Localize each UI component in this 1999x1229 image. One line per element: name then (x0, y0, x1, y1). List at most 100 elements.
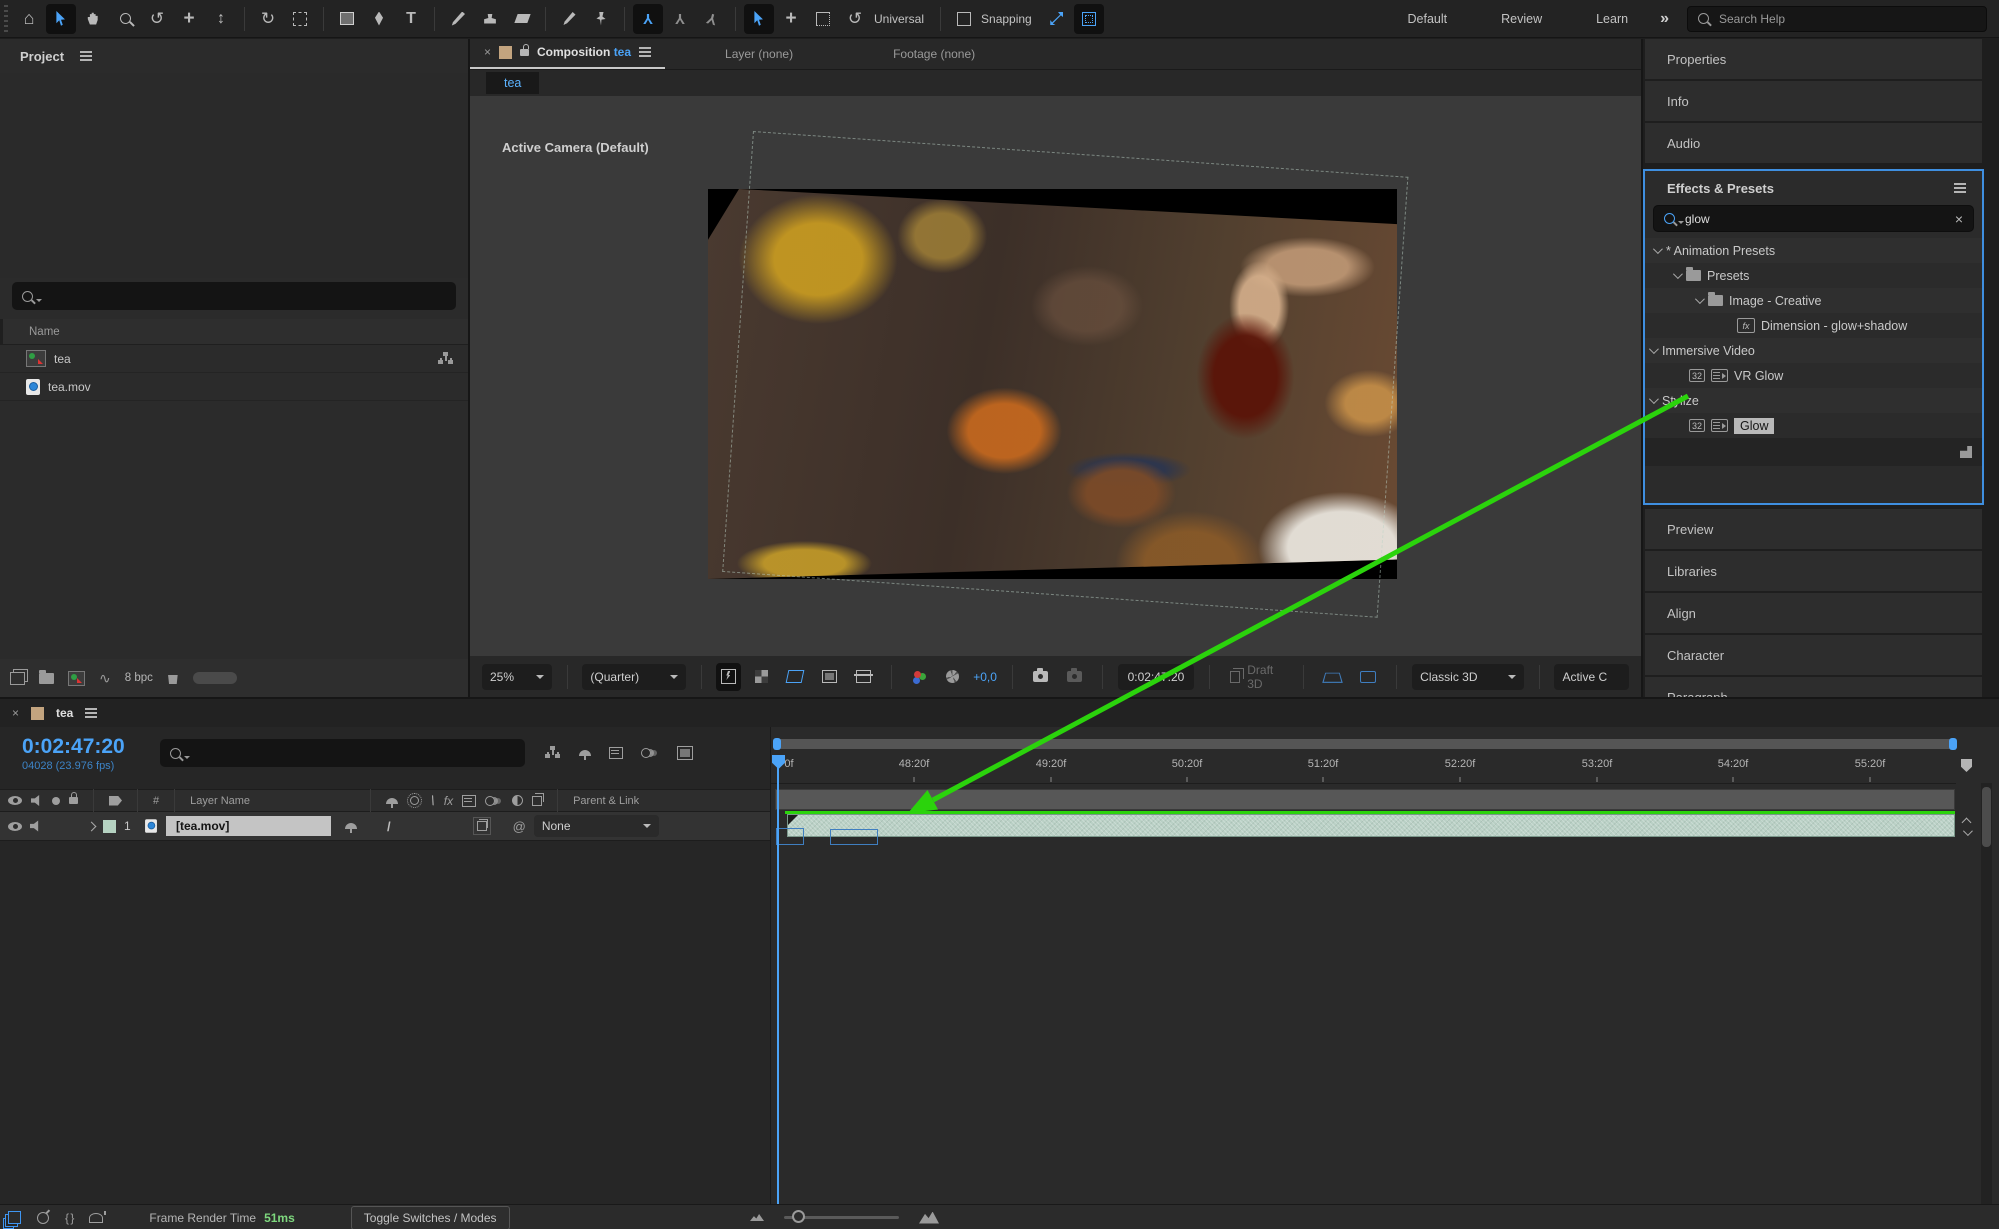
pen-tool-icon[interactable] (364, 4, 394, 34)
panel-properties[interactable]: Properties (1645, 39, 1982, 81)
panel-info[interactable]: Info (1645, 81, 1982, 123)
eraser-tool-icon[interactable] (507, 4, 537, 34)
solo-column-icon[interactable] (52, 797, 60, 805)
composition-mini-flowchart-icon[interactable] (545, 746, 561, 760)
toolbar-grip[interactable] (4, 5, 8, 33)
view-axis-icon[interactable] (697, 4, 727, 34)
toggle-switches-modes-button[interactable]: Toggle Switches / Modes (351, 1206, 510, 1229)
new-folder-icon[interactable] (39, 673, 54, 684)
tab-composition[interactable]: × Composition tea (470, 37, 665, 69)
view-select[interactable]: Active C (1554, 664, 1629, 690)
layer-name[interactable]: [tea.mov] (166, 816, 331, 836)
workspace-overflow-chevrons[interactable]: » (1660, 10, 1669, 28)
tree-item-immersive-video[interactable]: Immersive Video (1645, 338, 1982, 363)
layer-video-eye-icon[interactable] (8, 822, 22, 831)
hide-shy-layers-icon[interactable] (579, 750, 591, 756)
show-snapshot-icon[interactable] (1062, 663, 1087, 691)
close-icon[interactable]: × (484, 45, 491, 59)
vertical-scroll-thumb[interactable] (1982, 787, 1991, 847)
zoom-in-mountain-icon[interactable] (919, 1212, 939, 1224)
time-ruler[interactable]: 0f 48:20f 49:20f 50:20f 51:20f 52:20f 53… (771, 755, 1956, 784)
frame-blend-switch-icon[interactable] (462, 795, 476, 807)
layer-3d-switch[interactable] (477, 821, 487, 831)
panel-menu-icon[interactable] (1954, 187, 1966, 189)
tree-item-glow[interactable]: 32 Glow (1645, 413, 1982, 438)
panel-menu-icon[interactable] (85, 712, 97, 714)
tree-item-dimension-glow-shadow[interactable]: fx Dimension - glow+shadow (1645, 313, 1982, 338)
lock-column-icon[interactable] (69, 797, 78, 804)
camera-marquee-icon[interactable] (285, 4, 315, 34)
tree-item-presets[interactable]: Presets (1645, 263, 1982, 288)
layer-anchor-icon[interactable] (345, 823, 357, 829)
project-item-tea[interactable]: tea (0, 345, 468, 373)
exposure-icon[interactable] (941, 663, 964, 691)
crop-region-icon[interactable] (851, 663, 876, 691)
comp-subtab-tea[interactable]: tea (486, 72, 539, 94)
color-depth-label[interactable]: 8 bpc (125, 672, 153, 684)
snapshot-icon[interactable] (1028, 663, 1053, 691)
project-search-input[interactable] (12, 282, 456, 310)
hand-tool-icon[interactable] (78, 4, 108, 34)
layer-row[interactable]: 1 [tea.mov] / @ None (0, 812, 770, 841)
snail-icon[interactable] (89, 1213, 103, 1223)
exposure-value[interactable]: +0,0 (973, 670, 997, 684)
layer-duration-bar[interactable] (787, 814, 1955, 837)
workspace-tab-review[interactable]: Review (1475, 12, 1568, 26)
inout-brackets-icon[interactable] (65, 1211, 73, 1225)
twirl-down-icon[interactable] (1673, 269, 1683, 279)
audio-column-icon[interactable] (31, 795, 43, 807)
renderer-select[interactable]: Classic 3D (1412, 664, 1523, 690)
number-column-header[interactable]: # (153, 795, 159, 807)
draft-3d-button[interactable]: Draft 3D (1225, 663, 1288, 691)
region-of-interest-icon[interactable] (817, 663, 842, 691)
timeline-tab-label[interactable]: tea (56, 706, 73, 720)
mask-visibility-icon[interactable] (37, 1212, 49, 1224)
project-name-column-header[interactable]: Name (29, 326, 60, 338)
clone-stamp-icon[interactable] (475, 4, 505, 34)
clear-search-icon[interactable]: × (1955, 211, 1963, 227)
universal-label[interactable]: Universal (874, 12, 924, 26)
current-timecode[interactable]: 0:02:47:20 (22, 735, 125, 759)
twirl-down-icon[interactable] (1649, 344, 1659, 354)
zoom-tool-icon[interactable] (110, 4, 140, 34)
delete-icon[interactable] (167, 672, 179, 684)
timeline-horizontal-scrollbar[interactable] (775, 739, 1955, 749)
pan-camera-icon[interactable] (174, 4, 204, 34)
panel-libraries[interactable]: Libraries (1645, 551, 1982, 593)
view-monitor-icon[interactable] (1355, 663, 1381, 691)
workspace-tab-default[interactable]: Default (1382, 12, 1474, 26)
layer-quality-switch[interactable]: / (387, 819, 391, 834)
selection-tool-icon[interactable] (46, 4, 76, 34)
playhead-line[interactable] (777, 755, 779, 1204)
roto-brush-icon[interactable] (554, 4, 584, 34)
graph-editor-icon[interactable] (677, 746, 693, 760)
resolution-select[interactable]: (Quarter) (582, 664, 685, 690)
timeline-zoom-slider[interactable] (784, 1216, 899, 1219)
create-preset-icon[interactable] (1960, 446, 1972, 458)
brush-tool-icon[interactable] (443, 4, 473, 34)
channel-settings-icon[interactable] (907, 663, 932, 691)
tab-layer[interactable]: Layer (none) (665, 39, 853, 69)
transform-rotate-icon[interactable] (840, 4, 870, 34)
tree-item-animation-presets[interactable]: * Animation Presets (1645, 238, 1982, 263)
close-icon[interactable]: × (12, 706, 19, 720)
parent-link-select[interactable]: None (534, 815, 659, 837)
region-of-interest-icon[interactable] (1074, 4, 1104, 34)
type-tool-icon[interactable] (396, 4, 426, 34)
transform-move-icon[interactable] (776, 4, 806, 34)
puppet-pin-icon[interactable] (586, 4, 616, 34)
flowchart-icon[interactable] (438, 352, 454, 366)
composition-stack-icon[interactable] (8, 1211, 21, 1224)
magnification-select[interactable]: 25% (482, 664, 552, 690)
zoom-slider-knob[interactable] (792, 1210, 805, 1223)
twirl-down-icon[interactable] (1649, 394, 1659, 404)
timeline-vertical-scrollbar[interactable] (1981, 783, 1992, 1204)
transform-box-icon[interactable] (808, 4, 838, 34)
scroll-down-icon[interactable] (1963, 826, 1973, 836)
workspace-tab-learn[interactable]: Learn (1570, 12, 1654, 26)
frame-blending-icon[interactable] (609, 747, 623, 759)
panel-audio[interactable]: Audio (1645, 123, 1982, 165)
effects-switch-icon[interactable]: fx (444, 794, 453, 808)
pan-view-icon[interactable] (1042, 4, 1072, 34)
scrollbar-left-handle[interactable] (773, 738, 781, 750)
